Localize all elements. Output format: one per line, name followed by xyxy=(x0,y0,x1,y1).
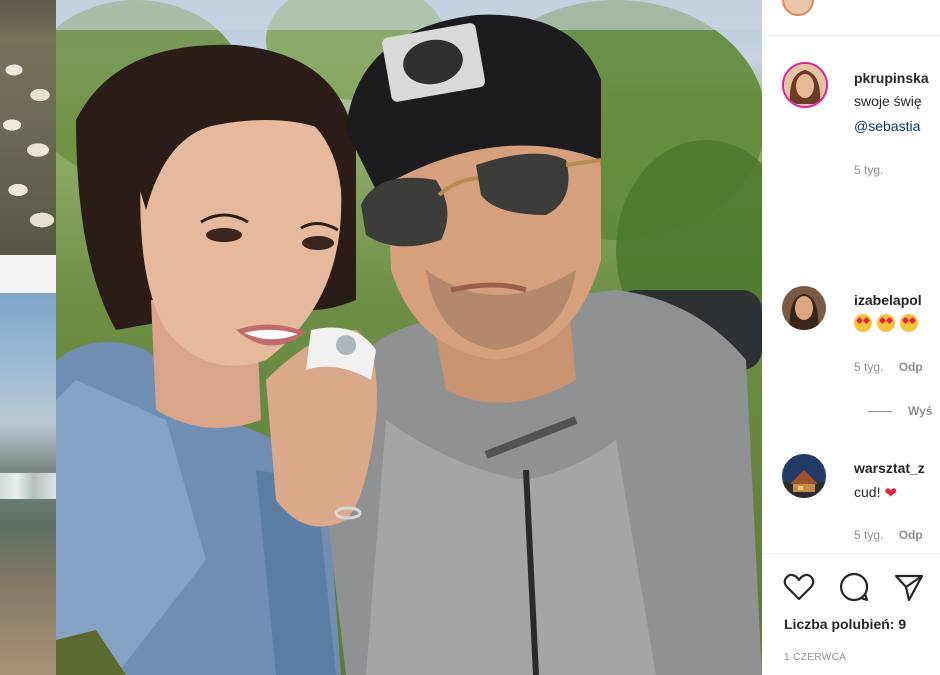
commenter-avatar-image xyxy=(782,286,826,330)
caption-time: 5 tyg. xyxy=(854,163,895,177)
replies-line xyxy=(868,411,892,413)
heart-eyes-emoji-icon xyxy=(854,314,872,333)
post-caption: pkrupinska swoje świę @sebastia 5 tyg. xyxy=(762,60,940,190)
likes-count[interactable]: Liczba polubień: 9 xyxy=(784,616,906,632)
author-avatar[interactable] xyxy=(782,62,828,108)
comment-username[interactable]: izabelapol xyxy=(854,292,922,308)
comment-username[interactable]: warsztat_z xyxy=(854,460,925,476)
heart-eyes-emoji-icon xyxy=(900,314,918,333)
comment-item: warsztat_z cud! ❤ 5 tyg. Odp xyxy=(762,454,940,549)
comment-body: cud! xyxy=(854,484,881,500)
caption-text: swoje świę xyxy=(854,93,922,109)
caption-timestamp: 5 tyg. xyxy=(854,163,884,177)
reply-button[interactable]: Odp xyxy=(899,360,923,374)
commenter-avatar[interactable] xyxy=(782,454,826,498)
post-date: 1 CZERWCA xyxy=(784,652,847,663)
view-replies-label[interactable]: Wyś xyxy=(908,404,932,418)
heart-eyes-emoji-icon xyxy=(877,314,895,333)
comment-meta: 5 tyg. Odp xyxy=(854,528,935,542)
red-heart-emoji-icon: ❤ xyxy=(884,485,897,503)
post-photo[interactable] xyxy=(56,0,762,675)
commenter-avatar[interactable] xyxy=(782,286,826,330)
reply-button[interactable]: Odp xyxy=(899,528,923,542)
post-photo-illustration xyxy=(56,0,762,675)
comment-meta: 5 tyg. Odp xyxy=(854,360,935,374)
header-avatar[interactable] xyxy=(782,0,814,16)
author-avatar-image xyxy=(784,64,826,106)
post-side-panel: pkrupinska swoje świę @sebastia 5 tyg. i… xyxy=(762,0,940,675)
comment-emojis xyxy=(854,314,923,333)
paper-plane-icon[interactable] xyxy=(892,570,926,604)
heart-outline-icon[interactable] xyxy=(782,570,816,604)
feed-image-sheep xyxy=(0,0,56,255)
caption-mention[interactable]: @sebastia xyxy=(854,118,920,134)
author-username[interactable]: pkrupinska xyxy=(854,70,929,86)
commenter-avatar-image xyxy=(782,454,826,498)
comment-text: cud! ❤ xyxy=(854,484,897,502)
post-actions: Liczba polubień: 9 1 CZERWCA xyxy=(762,553,940,675)
comment-time: 5 tyg. xyxy=(854,360,884,374)
comment-time: 5 tyg. xyxy=(854,528,884,542)
comment-bubble-icon[interactable] xyxy=(837,570,871,604)
feed-image-city xyxy=(0,293,56,675)
feed-divider xyxy=(0,255,56,293)
comment-item: izabelapol 5 tyg. Odp Wyś xyxy=(762,286,940,426)
background-feed-strip xyxy=(0,0,56,675)
post-header xyxy=(762,0,940,36)
